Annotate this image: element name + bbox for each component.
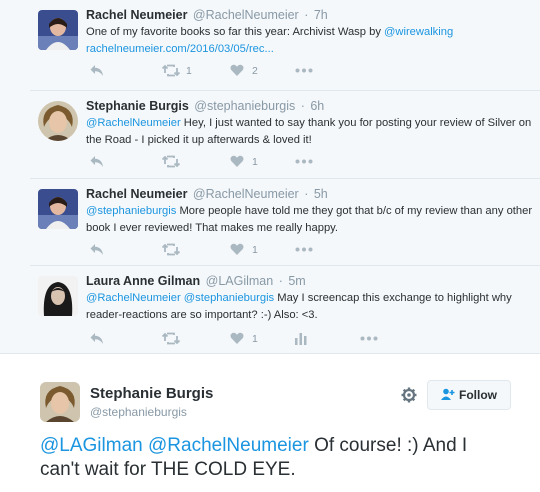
reply-icon[interactable] <box>90 155 104 168</box>
mention-link[interactable]: @stephanieburgis <box>184 292 274 304</box>
add-user-icon <box>441 388 455 403</box>
more-icon[interactable] <box>295 68 313 73</box>
timestamp[interactable]: 5m <box>288 274 305 288</box>
author-name[interactable]: Stephanie Burgis <box>86 99 189 113</box>
tweet-text: @RachelNeumeier Hey, I just wanted to sa… <box>86 117 532 146</box>
tweet[interactable]: Rachel Neumeier @RachelNeumeier · 7h One… <box>30 0 540 85</box>
like-icon[interactable] <box>230 332 244 345</box>
like-count: 2 <box>252 65 258 77</box>
avatar[interactable] <box>38 101 78 141</box>
tweet[interactable]: Stephanie Burgis @stephanieburgis · 6h @… <box>30 90 540 176</box>
retweet-icon[interactable] <box>162 243 180 256</box>
tweet-text: One of my favorite books so far this yea… <box>86 26 454 55</box>
like-count: 1 <box>252 156 258 168</box>
retweet-icon[interactable] <box>162 64 180 77</box>
mention-link[interactable]: @RachelNeumeier <box>86 292 181 304</box>
tweet-text: @RachelNeumeier @stephanieburgis May I s… <box>86 292 512 321</box>
tweet-text: @stephanieburgis More people have told m… <box>86 205 533 234</box>
like-icon[interactable] <box>230 243 244 256</box>
timestamp[interactable]: 5h <box>314 187 328 201</box>
timestamp[interactable]: 6h <box>310 99 324 113</box>
reply-icon[interactable] <box>90 332 104 345</box>
avatar[interactable] <box>38 276 78 316</box>
author-handle[interactable]: @LAGilman <box>206 274 274 288</box>
conversation-thread: Rachel Neumeier @RachelNeumeier · 7h One… <box>0 0 540 353</box>
timestamp[interactable]: 7h <box>314 8 328 22</box>
retweet-count: 1 <box>186 65 192 77</box>
tweet[interactable]: Rachel Neumeier @RachelNeumeier · 5h @st… <box>30 178 540 264</box>
follow-button[interactable]: Follow <box>427 380 511 410</box>
mention-link[interactable]: @RachelNeumeier <box>86 117 181 129</box>
mention-link[interactable]: @RachelNeumeier <box>148 435 309 456</box>
author-handle[interactable]: @stephanieburgis <box>90 405 187 419</box>
avatar[interactable] <box>38 189 78 229</box>
retweet-icon[interactable] <box>162 155 180 168</box>
url-link[interactable]: rachelneumeier.com/2016/03/05/rec... <box>86 43 274 55</box>
tweet-text: @LAGilman @RachelNeumeier Of course! :) … <box>40 435 468 480</box>
permalink-tweet: Stephanie Burgis @stephanieburgis Follow… <box>0 353 540 492</box>
author-name[interactable]: Laura Anne Gilman <box>86 274 200 288</box>
more-icon[interactable] <box>360 336 378 341</box>
author-name[interactable]: Rachel Neumeier <box>86 8 187 22</box>
retweet-icon[interactable] <box>162 332 180 345</box>
follow-label: Follow <box>459 388 497 402</box>
analytics-icon[interactable] <box>295 332 307 345</box>
author-handle[interactable]: @RachelNeumeier <box>193 187 299 201</box>
author-handle[interactable]: @RachelNeumeier <box>193 8 299 22</box>
like-icon[interactable] <box>230 155 244 168</box>
reply-icon[interactable] <box>90 64 104 77</box>
author-name[interactable]: Stephanie Burgis <box>90 385 213 402</box>
tweet[interactable]: Laura Anne Gilman @LAGilman · 5m @Rachel… <box>30 265 540 354</box>
like-count: 1 <box>252 333 258 345</box>
mention-link[interactable]: @wirewalking <box>384 26 453 38</box>
author-name[interactable]: Rachel Neumeier <box>86 187 187 201</box>
mention-link[interactable]: @stephanieburgis <box>86 205 176 217</box>
mention-link[interactable]: @LAGilman <box>40 435 143 456</box>
like-count: 1 <box>252 244 258 256</box>
like-icon[interactable] <box>230 64 244 77</box>
avatar[interactable] <box>38 10 78 50</box>
author-handle[interactable]: @stephanieburgis <box>194 99 295 113</box>
gear-icon[interactable] <box>401 387 417 408</box>
avatar[interactable] <box>40 382 80 422</box>
more-icon[interactable] <box>295 159 313 164</box>
reply-icon[interactable] <box>90 243 104 256</box>
more-icon[interactable] <box>295 247 313 252</box>
